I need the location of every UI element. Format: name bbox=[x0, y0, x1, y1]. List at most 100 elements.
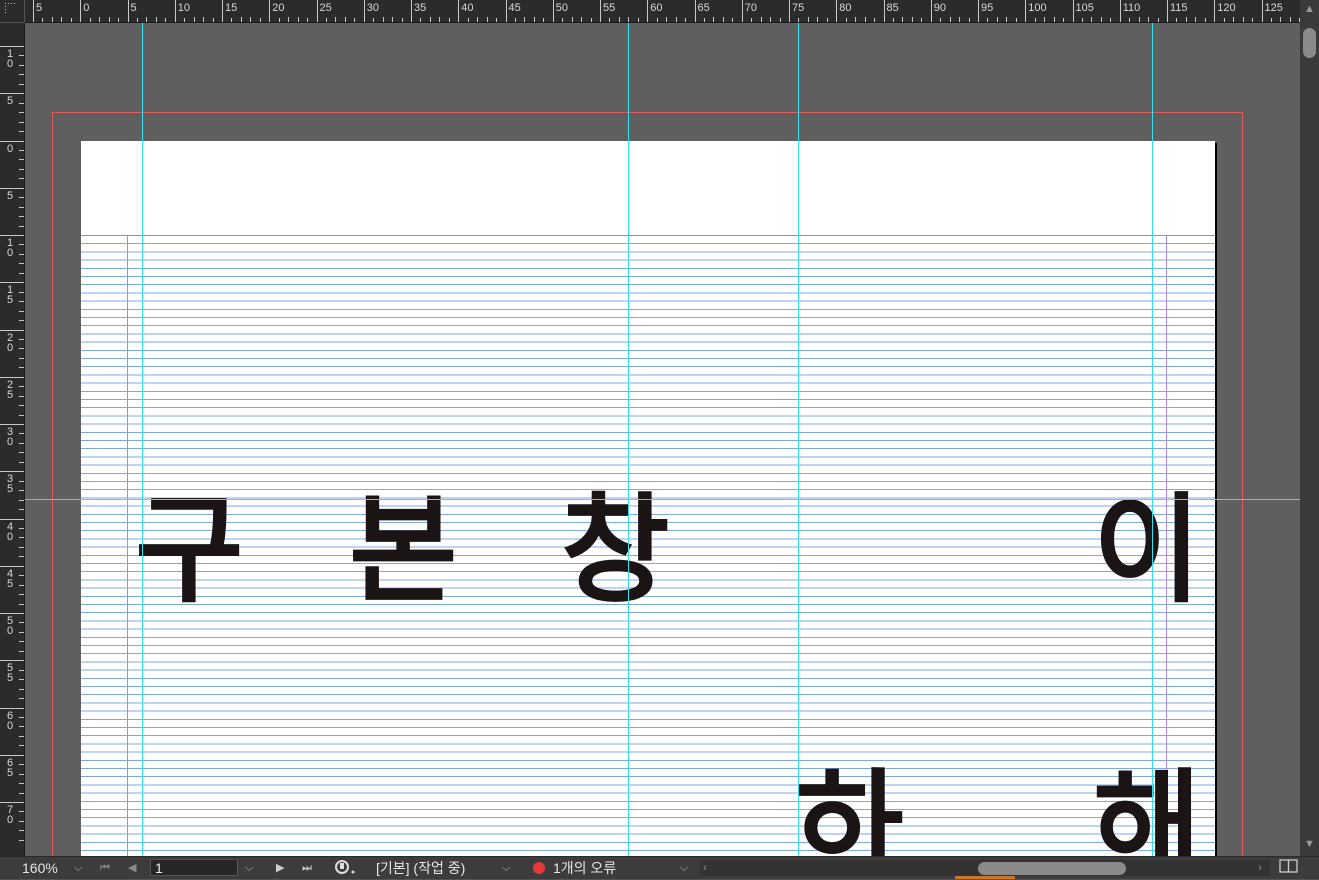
ruler-major-tick bbox=[174, 0, 176, 22]
ruler-minor-tick bbox=[19, 764, 24, 766]
split-view-icon[interactable] bbox=[1279, 858, 1299, 878]
ruler-minor-tick bbox=[19, 546, 24, 548]
ruler-minor-tick bbox=[212, 18, 214, 22]
text-glyph[interactable]: 이 bbox=[1093, 491, 1202, 609]
ruler-major-tick bbox=[1167, 0, 1168, 22]
vertical-scrollbar[interactable]: ▲ ▼ bbox=[1300, 0, 1319, 856]
ruler-minor-tick bbox=[155, 17, 157, 22]
ruler-minor-tick bbox=[19, 745, 24, 747]
ruler-minor-tick bbox=[921, 18, 923, 22]
ruler-guide-vertical[interactable] bbox=[628, 23, 629, 856]
ruler-guide-vertical[interactable] bbox=[142, 23, 143, 856]
ruler-minor-tick bbox=[713, 17, 715, 22]
ruler-label: 5 bbox=[36, 2, 43, 14]
ruler-minor-tick bbox=[19, 641, 24, 643]
ruler-major-tick bbox=[0, 376, 24, 378]
ruler-major-tick bbox=[1214, 0, 1216, 22]
ruler-label: 1 0 bbox=[6, 48, 14, 70]
ruler-minor-tick bbox=[19, 149, 24, 151]
ruler-minor-tick bbox=[51, 17, 53, 22]
ruler-major-tick bbox=[1025, 0, 1027, 22]
ruler-minor-tick bbox=[581, 17, 583, 22]
ruler-minor-tick bbox=[297, 17, 299, 22]
page-number-field[interactable]: 1 bbox=[150, 859, 238, 876]
ruler-minor-tick bbox=[193, 17, 195, 22]
ruler-minor-tick bbox=[19, 830, 24, 832]
ruler-minor-tick bbox=[1157, 18, 1159, 22]
ruler-major-tick bbox=[222, 0, 223, 22]
ruler-minor-tick bbox=[732, 18, 734, 22]
chevron-down-icon[interactable]: ⌵ bbox=[245, 859, 253, 877]
text-glyph[interactable]: 본 bbox=[349, 491, 458, 609]
ruler-minor-tick bbox=[1242, 17, 1244, 22]
ruler-major-tick bbox=[694, 0, 696, 22]
horizontal-scroll-thumb[interactable] bbox=[978, 862, 1126, 875]
ruler-minor-tick bbox=[19, 357, 24, 359]
ruler-minor-tick bbox=[1110, 18, 1112, 22]
chevron-down-icon[interactable]: ⌵ bbox=[680, 859, 688, 877]
text-glyph[interactable]: 구 bbox=[135, 491, 244, 609]
prev-page-icon[interactable]: ◀ bbox=[128, 859, 136, 877]
ruler-minor-tick bbox=[19, 225, 24, 227]
ruler-minor-tick bbox=[19, 792, 24, 794]
text-glyph[interactable]: 하 bbox=[795, 767, 904, 856]
ruler-minor-tick bbox=[1204, 18, 1206, 22]
ruler-minor-tick bbox=[19, 414, 24, 416]
scroll-left-icon[interactable]: ‹ bbox=[703, 860, 707, 874]
ruler-minor-tick bbox=[165, 18, 167, 22]
ruler-minor-tick bbox=[19, 442, 24, 444]
ruler-minor-tick bbox=[19, 405, 24, 407]
zoom-level[interactable]: 160% bbox=[22, 859, 58, 877]
scroll-up-icon[interactable]: ▲ bbox=[1304, 3, 1315, 15]
horizontal-scrollbar[interactable]: ‹ › bbox=[700, 860, 1270, 876]
ruler-major-tick bbox=[0, 329, 24, 331]
ruler-label: 50 bbox=[555, 2, 568, 14]
ruler-label: 6 0 bbox=[6, 709, 14, 732]
ruler-minor-tick bbox=[1233, 17, 1235, 22]
horizontal-ruler[interactable]: 5 0 5 10 15 20 25 30 35 40 45 50 55 60 65 70 75 80 85 90 95 1… bbox=[0, 0, 1300, 23]
error-count[interactable]: 1개의 오류 bbox=[553, 859, 616, 877]
chevron-down-icon[interactable]: ⌵ bbox=[74, 859, 82, 877]
ruler-major-tick bbox=[0, 282, 24, 284]
ruler-minor-tick bbox=[373, 18, 375, 22]
preflight-icon[interactable] bbox=[334, 858, 358, 880]
ruler-major-tick bbox=[316, 0, 318, 22]
vertical-scroll-thumb[interactable] bbox=[1303, 28, 1316, 58]
ruler-minor-tick bbox=[1138, 17, 1140, 22]
ruler-minor-tick bbox=[1176, 18, 1178, 22]
ruler-origin[interactable] bbox=[0, 0, 25, 23]
ruler-minor-tick bbox=[779, 18, 781, 22]
text-glyph[interactable]: 창 bbox=[561, 491, 670, 609]
ruler-minor-tick bbox=[278, 18, 280, 22]
ruler-minor-tick bbox=[420, 18, 422, 22]
ruler-major-tick bbox=[741, 0, 743, 22]
ruler-label: 2 5 bbox=[6, 378, 14, 401]
ruler-guide-horizontal[interactable] bbox=[25, 499, 1300, 500]
vertical-ruler[interactable]: 1 0 5 0 5 1 0 1 5 2 0 2 5 3 0 3 5 4 0 4 5 5 0 5 5 6 0 6… bbox=[0, 22, 25, 856]
ruler-label: 105 bbox=[1075, 2, 1094, 14]
ruler-label: 80 bbox=[839, 2, 852, 14]
style-status[interactable]: [기본] (작업 중) bbox=[376, 859, 465, 877]
ruler-minor-tick bbox=[19, 688, 24, 690]
scroll-down-icon[interactable]: ▼ bbox=[1304, 838, 1315, 850]
next-page-icon[interactable]: ▶ bbox=[276, 859, 284, 877]
first-page-icon[interactable]: ⏮ bbox=[100, 859, 110, 877]
ruler-minor-tick bbox=[19, 310, 24, 312]
ruler-major-tick bbox=[930, 0, 932, 22]
ruler-major-tick bbox=[1261, 0, 1263, 22]
last-page-icon[interactable]: ⏭ bbox=[302, 859, 312, 877]
ruler-minor-tick bbox=[288, 17, 290, 22]
ruler-guide-vertical[interactable] bbox=[798, 23, 799, 856]
scroll-right-icon[interactable]: › bbox=[1258, 860, 1262, 874]
ruler-minor-tick bbox=[19, 537, 24, 539]
ruler-minor-tick bbox=[968, 18, 970, 22]
ruler-minor-tick bbox=[703, 18, 705, 22]
ruler-label: 5 bbox=[6, 189, 14, 202]
pasteboard[interactable]: 구 본 창 이 하 해 bbox=[25, 23, 1300, 856]
ruler-minor-tick bbox=[184, 18, 186, 22]
ruler-minor-tick bbox=[19, 669, 24, 671]
chevron-down-icon[interactable]: ⌵ bbox=[502, 859, 510, 877]
text-glyph[interactable]: 해 bbox=[1093, 767, 1202, 856]
ruler-label: 1 0 bbox=[6, 237, 14, 259]
ruler-guide-vertical[interactable] bbox=[1152, 23, 1153, 856]
